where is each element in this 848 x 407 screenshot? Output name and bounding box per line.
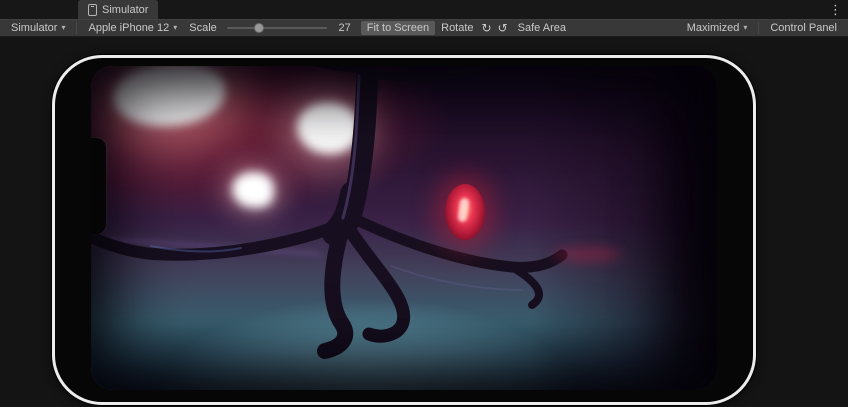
fit-to-screen-label: Fit to Screen [367,22,429,34]
simulator-menu-label: Simulator [11,22,57,34]
iphone-notch [91,138,106,234]
scene-vignette [91,66,717,390]
rotate-label: Rotate [437,21,477,35]
rotate-ccw-icon[interactable]: ↺ [496,22,510,34]
fit-to-screen-button[interactable]: Fit to Screen [361,21,435,35]
scale-slider[interactable] [227,21,327,35]
scale-label: Scale [185,21,221,35]
simulator-menu-dropdown[interactable]: Simulator ▾ [5,21,71,35]
rotate-cw-icon[interactable]: ↻ [480,22,494,34]
toolbar-separator [76,22,77,34]
iphone-12-frame [52,55,756,405]
caret-down-icon: ▾ [173,24,177,32]
caret-down-icon: ▾ [61,24,65,32]
caret-down-icon: ▾ [743,24,747,32]
maximized-dropdown[interactable]: Maximized ▾ [681,21,754,35]
kebab-menu-icon[interactable]: ⋮ [829,0,842,19]
device-dropdown[interactable]: Apple iPhone 12 ▾ [82,21,183,35]
safe-area-label: Safe Area [518,22,566,34]
maximized-label: Maximized [687,22,740,34]
device-dropdown-label: Apple iPhone 12 [88,22,169,34]
scale-slider-track [227,27,327,29]
scale-slider-thumb[interactable] [254,23,264,33]
scale-value: 27 [333,22,359,34]
control-panel-label: Control Panel [770,22,837,34]
tab-label: Simulator [102,4,148,16]
unity-simulator-window: Simulator ⋮ Simulator ▾ Apple iPhone 12 … [0,0,848,407]
simulator-toolbar: Simulator ▾ Apple iPhone 12 ▾ Scale 27 F… [0,19,848,37]
tab-strip: Simulator ⋮ [0,0,848,19]
device-icon [88,4,97,16]
tab-simulator[interactable]: Simulator [78,0,158,19]
game-screen[interactable] [91,66,717,390]
toolbar-separator [758,22,759,34]
safe-area-button[interactable]: Safe Area [512,21,572,35]
simulator-viewport [0,37,848,407]
control-panel-button[interactable]: Control Panel [764,21,843,35]
